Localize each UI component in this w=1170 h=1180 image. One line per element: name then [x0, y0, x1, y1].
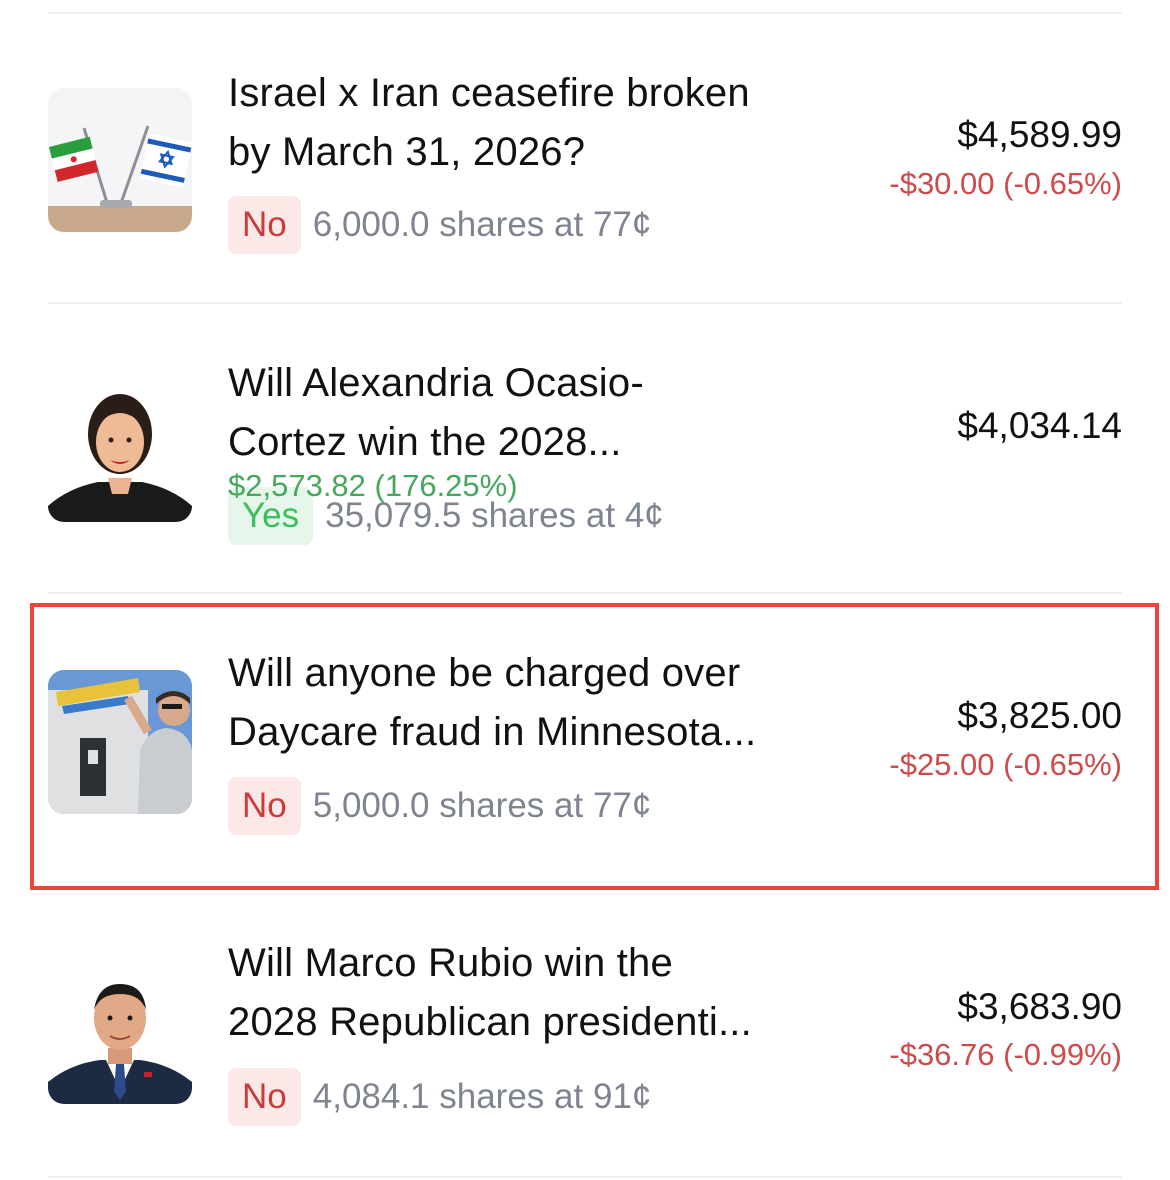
position-value: $3,825.00	[957, 695, 1122, 736]
shares-text: 5,000.0 shares at 77¢	[312, 786, 652, 825]
market-image-flags	[48, 88, 192, 232]
market-image-street	[48, 670, 192, 814]
position-change: -$36.76 (-0.99%)	[889, 1037, 1122, 1072]
position-value: $3,683.90	[957, 986, 1122, 1027]
street-photo	[48, 670, 192, 814]
market-title-line: Will Marco Rubio win the	[228, 941, 673, 985]
market-title-line: 2028 Republican presidenti...	[228, 1000, 752, 1044]
position-row-israel-iran[interactable]: Israel x Iran ceasefire broken by March …	[0, 0, 1170, 290]
position-row-rubio[interactable]: Will Marco Rubio win the 2028 Republican…	[0, 870, 1170, 1160]
market-title-line: Will anyone be charged over	[228, 651, 741, 695]
market-image-portrait	[48, 378, 192, 522]
market-title[interactable]: Will anyone be charged over Daycare frau…	[228, 644, 828, 762]
position-value: $4,589.99	[957, 114, 1122, 155]
market-title-line: by March 31, 2026?	[228, 130, 586, 174]
position-info: No 4,084.1 shares at 91¢	[228, 1067, 651, 1127]
position-info: No 6,000.0 shares at 77¢	[228, 195, 651, 255]
market-title[interactable]: Israel x Iran ceasefire broken by March …	[228, 64, 828, 182]
position-value: $4,034.14	[957, 405, 1122, 446]
outcome-badge-no: No	[228, 1068, 301, 1126]
shares-text: 6,000.0 shares at 77¢	[312, 205, 652, 244]
market-title[interactable]: Will Marco Rubio win the 2028 Republican…	[228, 934, 828, 1052]
position-row-aoc[interactable]: Will Alexandria Ocasio- Cortez win the 2…	[0, 290, 1170, 580]
outcome-badge-no: No	[228, 196, 301, 254]
person-portrait	[48, 378, 192, 522]
market-title[interactable]: Will Alexandria Ocasio- Cortez win the 2…	[228, 354, 828, 472]
market-image-portrait	[48, 960, 192, 1104]
market-title-line: Daycare fraud in Minnesota...	[228, 710, 757, 754]
shares-text: 4,084.1 shares at 91¢	[312, 1077, 652, 1116]
flags-icon	[48, 88, 192, 232]
market-title-line: Will Alexandria Ocasio-	[228, 361, 644, 405]
divider	[48, 1176, 1122, 1178]
position-change: -$30.00 (-0.65%)	[889, 166, 1122, 201]
position-info: No 5,000.0 shares at 77¢	[228, 776, 651, 836]
outcome-badge-no: No	[228, 777, 301, 835]
position-row-daycare-fraud[interactable]: Will anyone be charged over Daycare frau…	[0, 580, 1170, 870]
position-change: $2,573.82 (176.25%)	[228, 468, 518, 503]
position-change: -$25.00 (-0.65%)	[889, 747, 1122, 782]
market-title-line: Israel x Iran ceasefire broken	[228, 71, 750, 115]
person-portrait	[48, 960, 192, 1104]
